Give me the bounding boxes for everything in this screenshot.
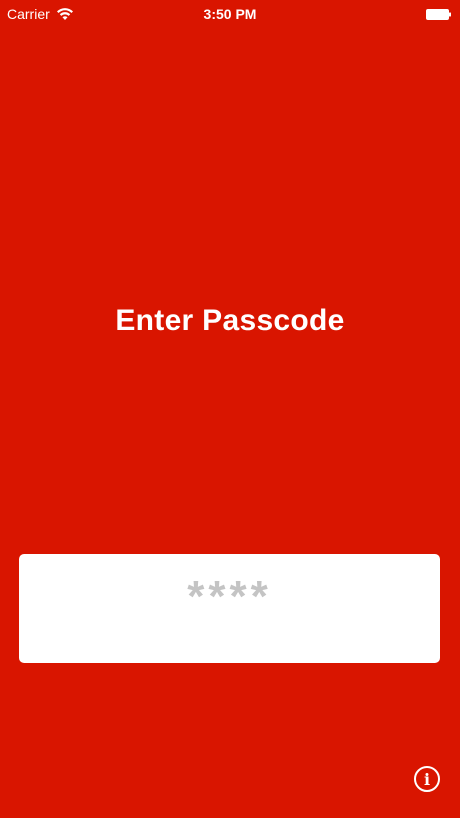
passcode-placeholder: **** (187, 572, 272, 621)
status-bar: Carrier 3:50 PM (0, 0, 460, 28)
info-icon: i (423, 769, 431, 789)
page-title: Enter Passcode (115, 304, 345, 337)
info-button[interactable]: i (414, 766, 440, 792)
passcode-field[interactable]: **** (19, 554, 440, 663)
battery-icon (426, 9, 451, 20)
clock: 3:50 PM (203, 6, 257, 22)
